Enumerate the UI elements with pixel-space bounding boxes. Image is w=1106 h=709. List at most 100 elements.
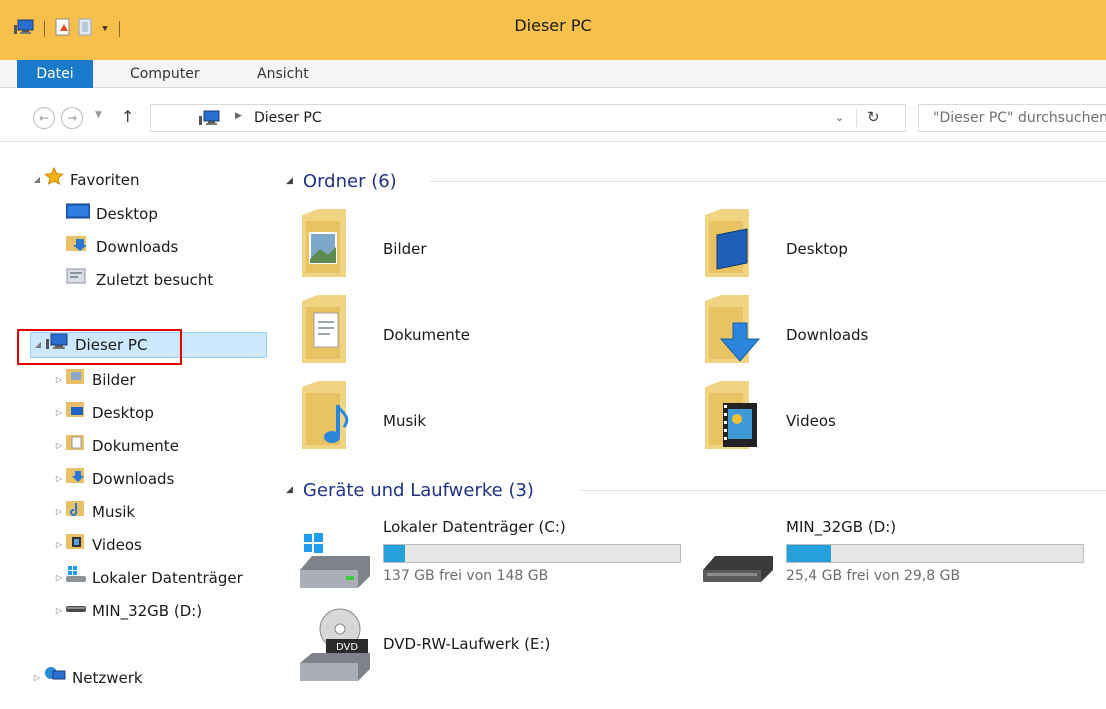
back-button[interactable]: ← xyxy=(33,107,55,129)
svg-text:DVD: DVD xyxy=(336,642,358,653)
drive-usage-bar xyxy=(786,544,1084,563)
highlight-annotation xyxy=(17,329,182,365)
folder-name: Musik xyxy=(383,412,427,430)
content-area: ◢ Ordner (6) Bilder Desktop Dokumente Do… xyxy=(270,143,1106,709)
group-title: Geräte und Laufwerke (3) xyxy=(302,479,534,501)
drive-usage-fill xyxy=(787,545,832,562)
pictures-folder-icon xyxy=(300,207,348,283)
collapsed-icon[interactable]: ▷ xyxy=(52,598,66,624)
folder-tile[interactable]: Bilder xyxy=(270,207,650,287)
collapsed-icon[interactable]: ▷ xyxy=(52,565,66,591)
collapse-icon[interactable]: ◢ xyxy=(286,176,293,186)
refresh-icon[interactable]: ↻ xyxy=(867,108,880,126)
drive-free-space: 25,4 GB frei von 29,8 GB xyxy=(786,568,961,584)
removable-drive-icon xyxy=(66,598,86,624)
tree-item-recent[interactable]: Zuletzt besucht xyxy=(66,267,213,293)
address-bar[interactable]: ▶ Dieser PC ⌄ ↻ xyxy=(150,104,906,132)
videos-folder-icon xyxy=(703,379,763,455)
network-icon xyxy=(44,665,66,691)
folder-tile[interactable]: Videos xyxy=(673,379,1053,459)
recent-places-icon xyxy=(66,267,90,293)
tree-item-desktop[interactable]: ▷ Desktop xyxy=(52,400,154,426)
expanded-icon[interactable]: ◢ xyxy=(30,167,44,193)
downloads-folder-icon xyxy=(66,466,86,492)
tab-datei[interactable]: Datei xyxy=(17,60,93,88)
music-folder-icon xyxy=(66,499,86,525)
computer-icon xyxy=(199,110,221,130)
collapsed-icon[interactable]: ▷ xyxy=(52,532,66,558)
drive-tile-e[interactable]: DVD DVD-RW-Laufwerk (E:) xyxy=(270,608,670,709)
desktop-folder-icon xyxy=(703,207,751,283)
drive-tile-d[interactable]: MIN_32GB (D:) 25,4 GB frei von 29,8 GB xyxy=(673,518,1084,608)
tree-label: Desktop xyxy=(96,205,158,223)
tree-label: Lokaler Datenträger xyxy=(92,569,243,587)
breadcrumb-chevron-icon[interactable]: ▶ xyxy=(235,111,242,121)
drive-usage-bar xyxy=(383,544,681,563)
documents-folder-icon xyxy=(300,293,348,369)
recent-locations-dropdown-icon[interactable]: ▼ xyxy=(95,110,102,120)
window-title: Dieser PC xyxy=(514,16,592,35)
tree-item-usb-drive[interactable]: ▷ MIN_32GB (D:) xyxy=(52,598,202,624)
tree-item-favorites[interactable]: ◢ Favoriten xyxy=(30,166,140,193)
tree-label: Favoriten xyxy=(70,171,140,189)
tab-ansicht[interactable]: Ansicht xyxy=(257,60,309,88)
drive-free-space: 137 GB frei von 148 GB xyxy=(383,568,549,584)
tab-computer[interactable]: Computer xyxy=(130,60,200,88)
downloads-folder-icon xyxy=(66,234,90,260)
collapsed-icon[interactable]: ▷ xyxy=(52,433,66,459)
folder-name: Bilder xyxy=(383,240,427,258)
drive-name: DVD-RW-Laufwerk (E:) xyxy=(383,635,551,653)
tree-item-musik[interactable]: ▷ Musik xyxy=(52,499,135,525)
up-arrow-icon[interactable]: ↑ xyxy=(121,107,134,126)
folder-name: Videos xyxy=(786,412,836,430)
folder-name: Desktop xyxy=(786,240,848,258)
folder-tile[interactable]: Musik xyxy=(270,379,650,459)
tree-item-downloads[interactable]: ▷ Downloads xyxy=(52,466,174,492)
ribbon-tabs: Datei Computer Ansicht xyxy=(0,60,1106,88)
tree-label: Bilder xyxy=(92,371,136,389)
desktop-icon xyxy=(65,201,91,227)
collapsed-icon[interactable]: ▷ xyxy=(52,499,66,525)
breadcrumb[interactable]: Dieser PC xyxy=(254,110,322,126)
documents-folder-icon xyxy=(66,433,86,459)
dvd-drive-icon: DVD xyxy=(300,607,370,687)
tree-item-bilder[interactable]: ▷ Bilder xyxy=(52,367,136,393)
forward-button[interactable]: → xyxy=(61,107,83,129)
drive-name: Lokaler Datenträger (C:) xyxy=(383,518,566,536)
collapsed-icon[interactable]: ▷ xyxy=(30,665,44,691)
tree-label: Videos xyxy=(92,536,142,554)
folder-tile[interactable]: Downloads xyxy=(673,293,1053,373)
devices-group-header[interactable]: ◢ Geräte und Laufwerke (3) xyxy=(286,478,534,502)
tree-item-videos[interactable]: ▷ Videos xyxy=(52,532,142,558)
star-icon xyxy=(44,166,64,193)
collapsed-icon[interactable]: ▷ xyxy=(52,400,66,426)
group-divider xyxy=(430,181,1106,182)
folder-tile[interactable]: Dokumente xyxy=(270,293,650,373)
folder-tile[interactable]: Desktop xyxy=(673,207,1053,287)
tree-label: Musik xyxy=(92,503,136,521)
music-folder-icon xyxy=(300,379,360,455)
collapsed-icon[interactable]: ▷ xyxy=(52,367,66,393)
tree-item-local-disk[interactable]: ▷ Lokaler Datenträger xyxy=(52,565,243,591)
tree-label: Dokumente xyxy=(92,437,179,455)
hard-drive-icon xyxy=(66,565,86,591)
navigation-bar: ← → ▼ ↑ ▶ Dieser PC ⌄ ↻ "Dieser PC" durc… xyxy=(0,88,1106,142)
tree-item-downloads[interactable]: Downloads xyxy=(66,234,178,260)
tree-item-network[interactable]: ▷ Netzwerk xyxy=(30,665,143,691)
tree-item-desktop[interactable]: Desktop xyxy=(65,201,158,227)
pictures-folder-icon xyxy=(66,367,86,393)
tree-item-dokumente[interactable]: ▷ Dokumente xyxy=(52,433,179,459)
removable-drive-icon xyxy=(703,530,773,594)
address-dropdown-icon[interactable]: ⌄ xyxy=(835,111,844,124)
drive-usage-fill xyxy=(384,545,405,562)
collapse-icon[interactable]: ◢ xyxy=(286,485,293,495)
tree-label: Netzwerk xyxy=(72,669,143,687)
folders-group-header[interactable]: ◢ Ordner (6) xyxy=(286,169,397,193)
drive-tile-c[interactable]: Lokaler Datenträger (C:) 137 GB frei von… xyxy=(270,518,681,608)
videos-folder-icon xyxy=(66,532,86,558)
collapsed-icon[interactable]: ▷ xyxy=(52,466,66,492)
search-placeholder: "Dieser PC" durchsuchen xyxy=(933,110,1106,126)
drive-name: MIN_32GB (D:) xyxy=(786,518,897,536)
group-title: Ordner (6) xyxy=(302,170,397,192)
search-input[interactable]: "Dieser PC" durchsuchen xyxy=(918,104,1106,132)
